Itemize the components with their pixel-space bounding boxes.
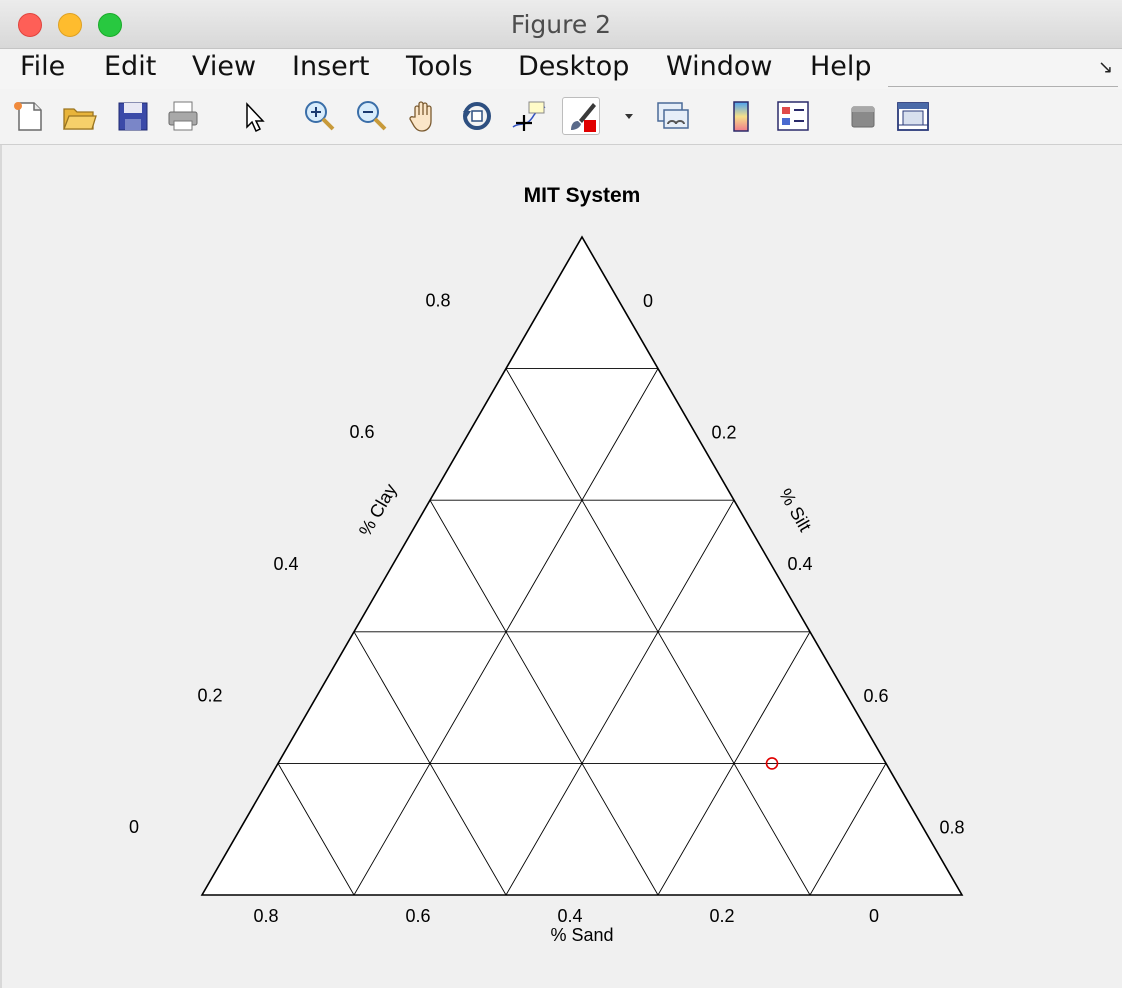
clay-axis-label: % Clay [355,480,401,539]
sand-tick-label: 0.8 [253,906,278,926]
clay-tick-label: 0.8 [425,291,450,311]
silt-tick-label: 0.8 [939,817,964,837]
sand-axis-label: % Sand [550,925,613,945]
clay-tick-label: 0.4 [273,554,298,574]
ternary-grid [202,237,962,896]
figure-window: Figure 2 File Edit View Insert Tools Des… [0,0,1122,988]
clay-tick-label: 0 [129,817,139,837]
chart-title: MIT System [524,184,641,207]
sand-tick-label: 0.4 [557,906,582,926]
silt-tick-label: 0.2 [711,423,736,443]
ternary-plot: 00.20.40.60.8 00.20.40.60.80.8 0.6 0.4 0.2 0 … [129,184,965,945]
sand-tick-label: 0 [869,906,879,926]
silt-tick-label: 0.4 [787,554,812,574]
clay-tick-label: 0.6 [349,422,374,442]
sand-tick-label: 0.6 [405,906,430,926]
axes-background [202,237,962,895]
clay-tick-label: 0.2 [197,685,222,705]
silt-axis-label: % Silt [775,485,815,535]
sand-tick-label: 0.2 [709,906,734,926]
silt-tick-label: 0 [643,291,653,311]
silt-tick-label: 0.6 [863,686,888,706]
